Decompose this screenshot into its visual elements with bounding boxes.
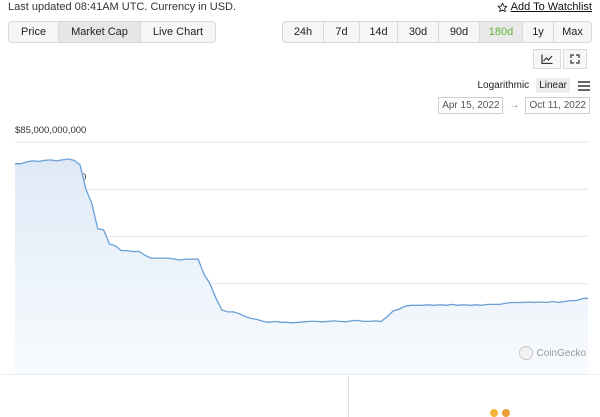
fullscreen-button[interactable] [563,49,587,69]
coingecko-logo-icon [518,346,533,360]
date-to-input[interactable]: Oct 11, 2022 [525,97,590,114]
range-90d[interactable]: 90d [439,22,480,42]
section-divider [0,374,600,375]
date-from-input[interactable]: Apr 15, 2022 [438,97,504,114]
market-cap-area [15,159,588,374]
range-7d[interactable]: 7d [324,22,360,42]
expand-icon [570,54,580,64]
market-cap-chart: $85,000,000,000$80,000,000,000$75,000,00… [15,125,589,374]
tab-market-cap[interactable]: Market Cap [59,22,141,42]
column-divider [348,376,349,417]
coingecko-watermark: CoinGecko [518,346,586,360]
tab-price[interactable]: Price [9,22,60,42]
scale-selector: Logarithmic Linear [474,78,590,93]
time-range-selector: 24h 7d 14d 30d 90d 180d 1y Max [282,21,592,43]
chart-type-tabs: Price Market Cap Live Chart [8,21,217,43]
last-updated-text: Last updated 08:41AM UTC. Currency in US… [8,1,237,13]
star-icon [497,2,508,12]
y-tick-label: $85,000,000,000 [15,125,86,136]
watchlist-label: Add To Watchlist [510,1,592,13]
watermark-text: CoinGecko [536,347,586,359]
line-chart-toggle-button[interactable] [533,49,561,69]
partial-coin-icons [490,409,510,417]
hamburger-menu-icon[interactable] [578,80,590,91]
range-30d[interactable]: 30d [398,22,439,42]
scale-linear[interactable]: Linear [536,78,570,93]
coin-icon [502,409,510,417]
arrow-right-icon: → [509,100,520,111]
line-chart-icon [541,54,553,64]
range-24h[interactable]: 24h [283,22,324,42]
range-14d[interactable]: 14d [360,22,398,42]
range-max[interactable]: Max [554,22,591,42]
range-1y[interactable]: 1y [523,22,554,42]
range-180d[interactable]: 180d [480,22,523,42]
add-to-watchlist-link[interactable]: Add To Watchlist [497,1,592,13]
scale-logarithmic[interactable]: Logarithmic [474,78,532,93]
tab-live-chart[interactable]: Live Chart [141,22,215,42]
date-range: Apr 15, 2022 → Oct 11, 2022 [438,97,590,114]
coin-icon [490,409,498,417]
